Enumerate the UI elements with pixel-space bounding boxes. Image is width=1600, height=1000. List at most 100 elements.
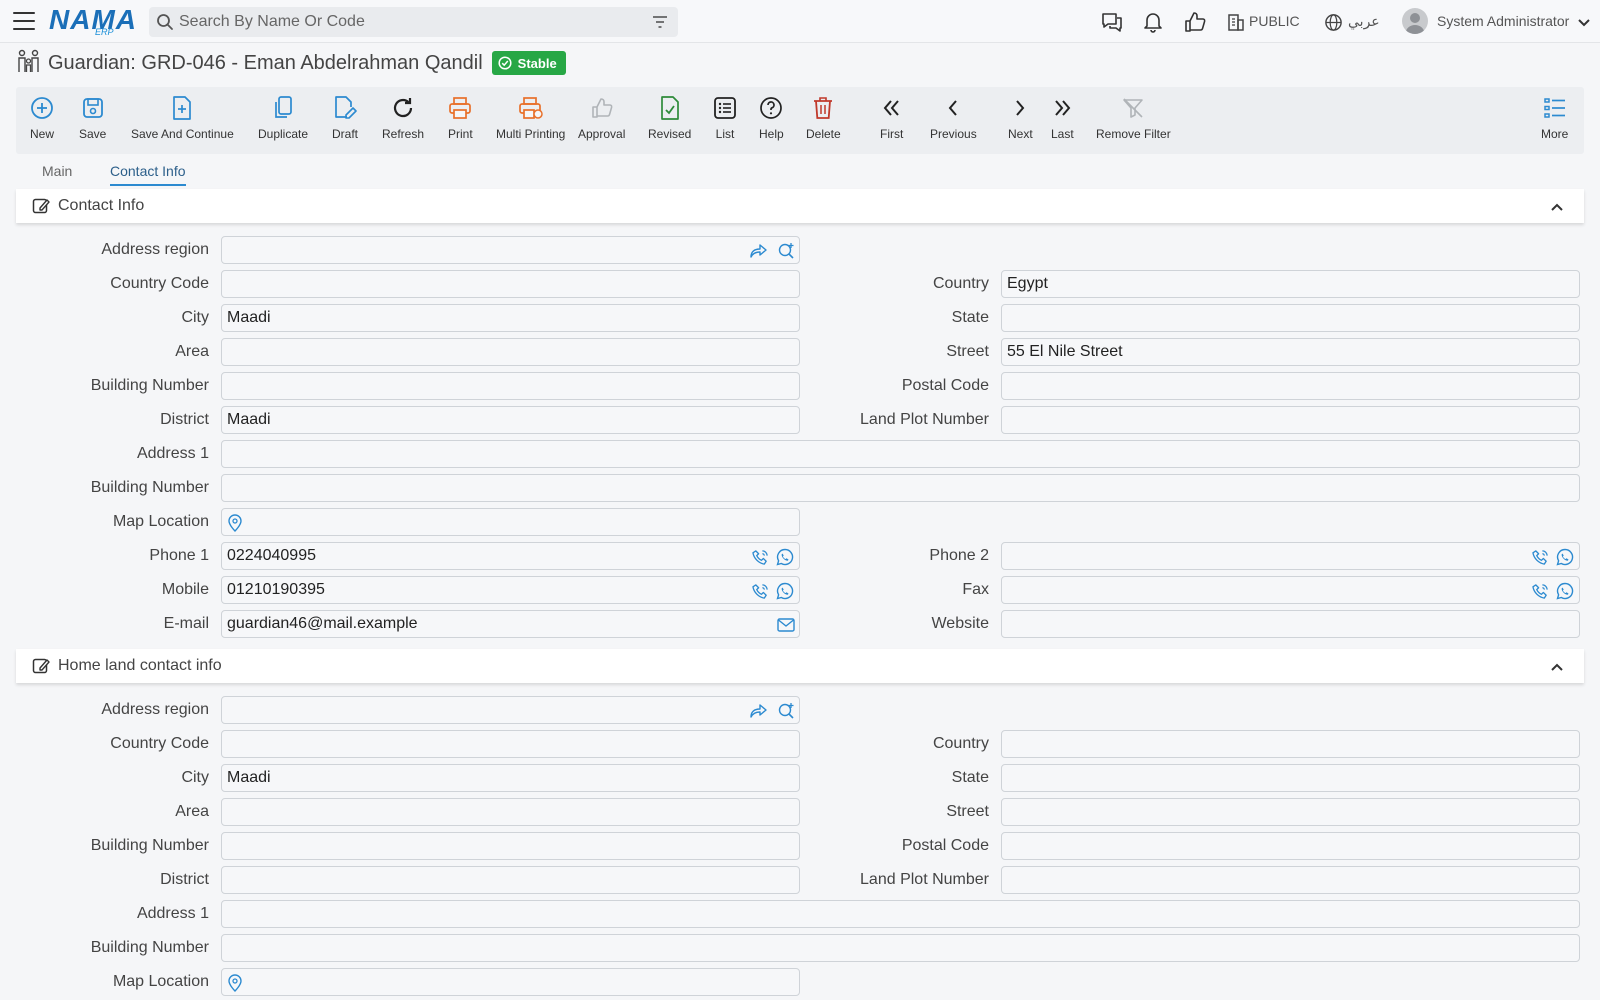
chat-icon[interactable] bbox=[1099, 9, 1125, 35]
first-record-button[interactable]: First bbox=[880, 93, 903, 141]
postal-code-label: Postal Code bbox=[901, 377, 989, 394]
whatsapp-icon[interactable] bbox=[776, 548, 794, 566]
hl-state-label: State bbox=[951, 769, 989, 786]
map-location-field[interactable] bbox=[221, 508, 800, 536]
hl-land-plot-field[interactable] bbox=[1001, 866, 1580, 894]
filter-icon[interactable] bbox=[652, 15, 668, 34]
help-button[interactable]: Help bbox=[759, 93, 784, 141]
hl-street-field[interactable] bbox=[1001, 798, 1580, 826]
search-input[interactable] bbox=[179, 7, 639, 37]
city-field[interactable]: Maadi bbox=[221, 304, 800, 332]
hl-area-field[interactable] bbox=[221, 798, 800, 826]
file-check-icon bbox=[659, 93, 681, 123]
contact-info-section-header[interactable]: Contact Info bbox=[16, 189, 1584, 223]
list-button[interactable]: List bbox=[713, 93, 737, 141]
previous-record-button[interactable]: Previous bbox=[930, 93, 977, 141]
hl-address1-field[interactable] bbox=[221, 900, 1580, 928]
map-pin-icon[interactable] bbox=[226, 974, 244, 992]
search-add-icon[interactable] bbox=[777, 702, 795, 720]
chevron-up-icon[interactable] bbox=[1550, 659, 1564, 677]
hl-city-field[interactable]: Maadi bbox=[221, 764, 800, 792]
area-field[interactable] bbox=[221, 338, 800, 366]
phone1-field[interactable]: 0224040995 bbox=[221, 542, 800, 570]
email-field[interactable]: guardian46@mail.example bbox=[221, 610, 800, 638]
building-icon[interactable] bbox=[1223, 9, 1249, 35]
hamburger-menu-icon[interactable] bbox=[13, 12, 35, 30]
whatsapp-icon[interactable] bbox=[1556, 548, 1574, 566]
postal-code-field[interactable] bbox=[1001, 372, 1580, 400]
approval-button[interactable]: Approval bbox=[578, 93, 625, 141]
whatsapp-icon[interactable] bbox=[776, 582, 794, 600]
globe-icon[interactable] bbox=[1320, 9, 1346, 35]
hl-street-label: Street bbox=[946, 803, 989, 820]
draft-button[interactable]: Draft bbox=[332, 93, 358, 141]
hl-district-label: District bbox=[160, 871, 209, 888]
country-field[interactable]: Egypt bbox=[1001, 270, 1580, 298]
hl-building-number2-field[interactable] bbox=[221, 934, 1580, 962]
tab-main[interactable]: Main bbox=[42, 158, 72, 186]
hl-address-region-field[interactable] bbox=[221, 696, 800, 724]
print-button[interactable]: Print bbox=[448, 93, 473, 141]
top-bar: NAMA ERP PUBLIC عربي System Administrato… bbox=[0, 0, 1600, 43]
chevron-up-icon[interactable] bbox=[1550, 199, 1564, 217]
tab-contact-info[interactable]: Contact Info bbox=[110, 158, 186, 186]
homeland-section-header[interactable]: Home land contact info bbox=[16, 649, 1584, 683]
new-button[interactable]: New bbox=[30, 93, 54, 141]
map-pin-icon[interactable] bbox=[226, 514, 244, 532]
country-label: Country bbox=[932, 275, 989, 292]
share-arrow-icon[interactable] bbox=[750, 702, 768, 720]
street-field[interactable]: 55 El Nile Street bbox=[1001, 338, 1580, 366]
mail-icon[interactable] bbox=[777, 616, 795, 634]
building-number-field[interactable] bbox=[221, 372, 800, 400]
building-number2-field[interactable] bbox=[221, 474, 1580, 502]
address1-field[interactable] bbox=[221, 440, 1580, 468]
help-button-label: Help bbox=[759, 127, 784, 141]
phone-call-icon[interactable] bbox=[751, 548, 769, 566]
chevron-right-icon bbox=[1013, 93, 1027, 123]
hl-district-field[interactable] bbox=[221, 866, 800, 894]
chevron-down-icon[interactable] bbox=[1574, 10, 1594, 36]
delete-button[interactable]: Delete bbox=[806, 93, 841, 141]
thumbs-up-icon[interactable] bbox=[1182, 9, 1208, 35]
district-field[interactable]: Maadi bbox=[221, 406, 800, 434]
more-button[interactable]: More bbox=[1541, 93, 1568, 141]
state-field[interactable] bbox=[1001, 304, 1580, 332]
duplicate-button[interactable]: Duplicate bbox=[258, 93, 308, 141]
save-and-continue-button[interactable]: Save And Continue bbox=[131, 93, 234, 141]
language-switch[interactable]: عربي bbox=[1348, 13, 1380, 30]
search-add-icon[interactable] bbox=[777, 242, 795, 260]
last-button-label: Last bbox=[1051, 127, 1074, 141]
phone-call-icon[interactable] bbox=[1531, 548, 1549, 566]
remove-filter-button[interactable]: Remove Filter bbox=[1096, 93, 1171, 141]
save-button[interactable]: Save bbox=[79, 93, 106, 141]
hl-country-field[interactable] bbox=[1001, 730, 1580, 758]
hl-country-code-field[interactable] bbox=[221, 730, 800, 758]
hl-postal-code-field[interactable] bbox=[1001, 832, 1580, 860]
multi-printing-button[interactable]: Multi Printing bbox=[496, 93, 565, 141]
land-plot-field[interactable] bbox=[1001, 406, 1580, 434]
hl-map-location-field[interactable] bbox=[221, 968, 800, 996]
address-region-field[interactable] bbox=[221, 236, 800, 264]
phone2-field[interactable] bbox=[1001, 542, 1580, 570]
last-record-button[interactable]: Last bbox=[1051, 93, 1074, 141]
country-code-field[interactable] bbox=[221, 270, 800, 298]
next-record-button[interactable]: Next bbox=[1008, 93, 1033, 141]
state-label: State bbox=[951, 309, 989, 326]
share-arrow-icon[interactable] bbox=[750, 242, 768, 260]
bell-icon[interactable] bbox=[1140, 9, 1166, 35]
user-name[interactable]: System Administrator bbox=[1437, 13, 1569, 29]
nama-erp-logo[interactable]: NAMA ERP bbox=[49, 4, 136, 38]
user-avatar-icon[interactable] bbox=[1402, 8, 1428, 34]
branch-label[interactable]: PUBLIC bbox=[1249, 13, 1300, 29]
website-field[interactable] bbox=[1001, 610, 1580, 638]
whatsapp-icon[interactable] bbox=[1556, 582, 1574, 600]
revised-button[interactable]: Revised bbox=[648, 93, 691, 141]
mobile-field[interactable]: 01210190395 bbox=[221, 576, 800, 604]
refresh-button[interactable]: Refresh bbox=[382, 93, 424, 141]
hl-city-value: Maadi bbox=[227, 769, 271, 786]
hl-building-number-field[interactable] bbox=[221, 832, 800, 860]
hl-state-field[interactable] bbox=[1001, 764, 1580, 792]
phone-call-icon[interactable] bbox=[1531, 582, 1549, 600]
fax-field[interactable] bbox=[1001, 576, 1580, 604]
phone-call-icon[interactable] bbox=[751, 582, 769, 600]
